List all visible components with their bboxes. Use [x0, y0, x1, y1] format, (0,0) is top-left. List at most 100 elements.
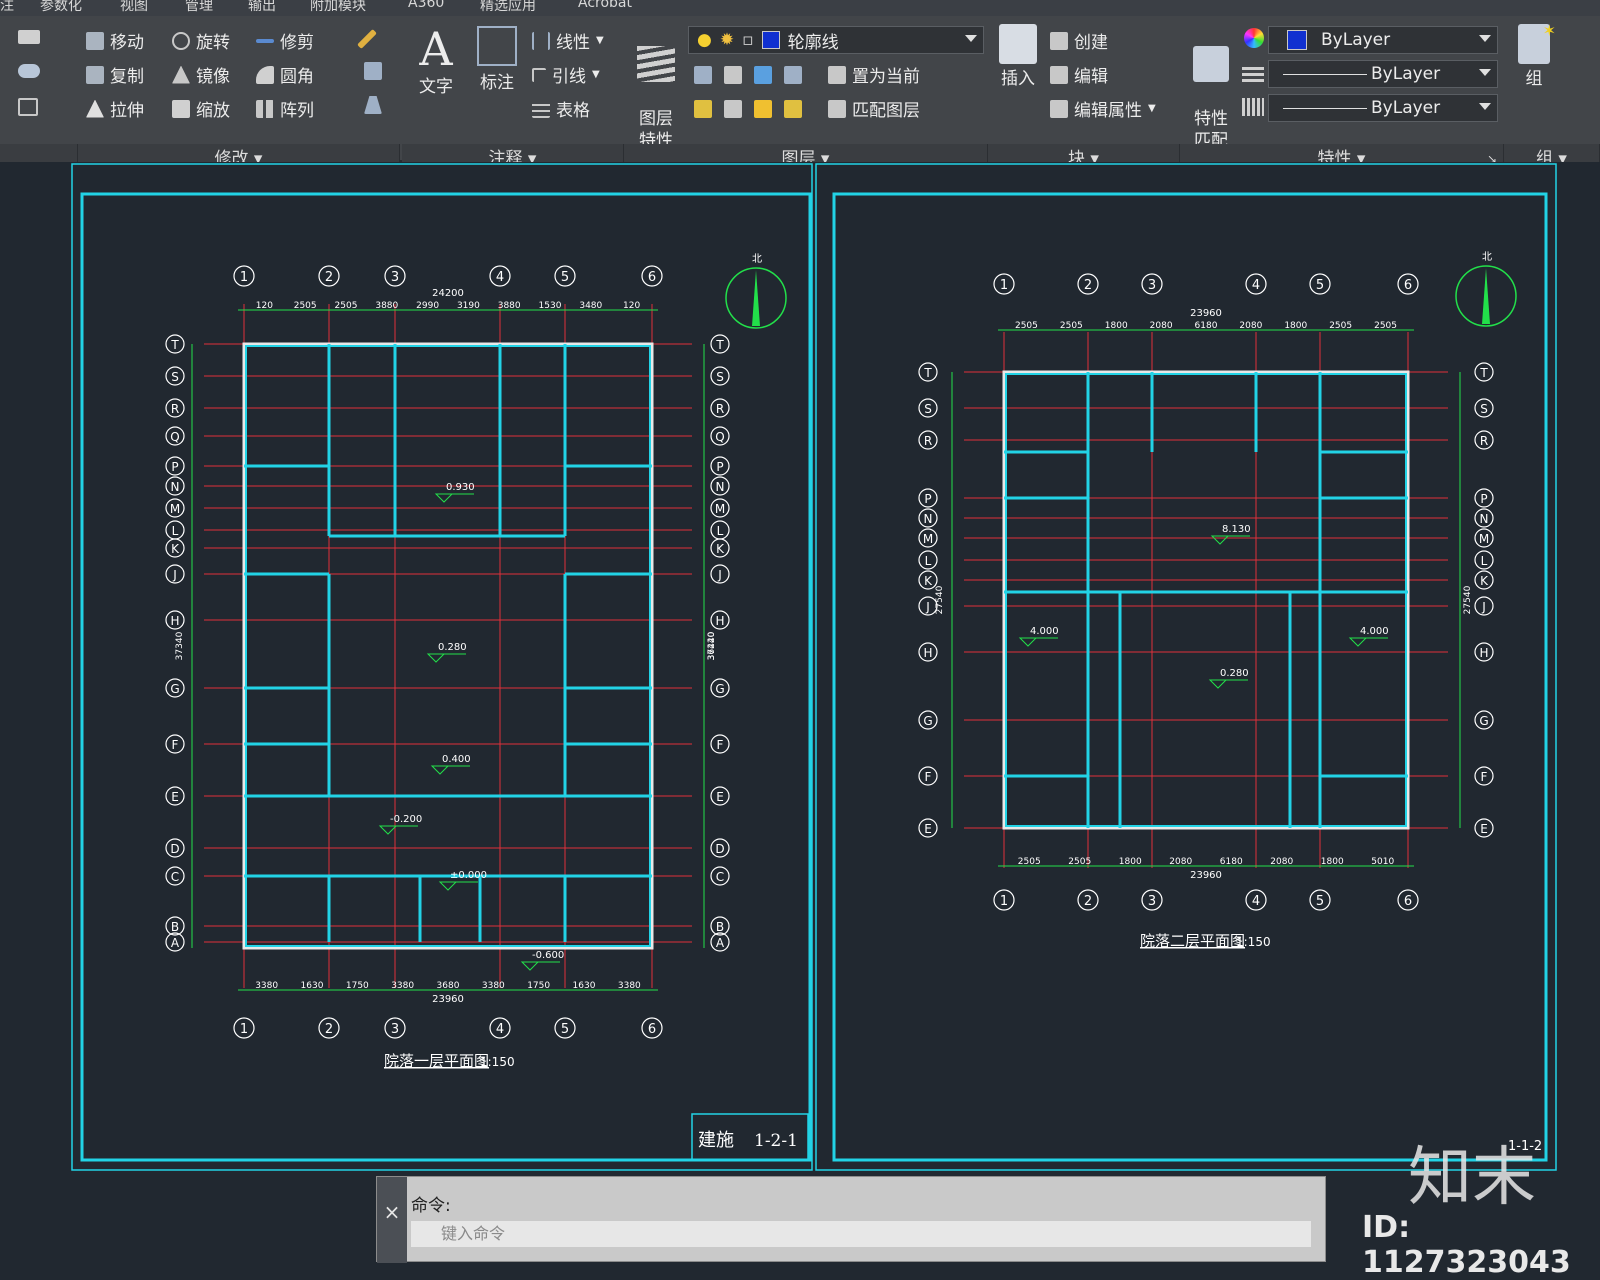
menu-item-2[interactable]: 视图: [120, 0, 148, 15]
axis-label-y: A: [716, 936, 725, 950]
set-current-button[interactable]: 置为当前: [828, 62, 920, 87]
layer-on-icon[interactable]: [694, 100, 712, 118]
lineweight-dropdown[interactable]: ByLayer: [1268, 94, 1498, 122]
lineweight-icon[interactable]: [1242, 64, 1264, 82]
rotate-button[interactable]: 旋转: [172, 28, 230, 53]
fillet-label: 圆角: [280, 67, 314, 87]
text-icon: A: [419, 22, 453, 76]
menu-item-3[interactable]: 管理: [185, 0, 213, 15]
dimension-button[interactable]: 标注: [470, 26, 524, 94]
edit-block-button[interactable]: 编辑: [1050, 62, 1108, 87]
top-dim-text: 2080: [1239, 321, 1262, 331]
leader-label: 引线: [552, 67, 586, 87]
menu-item-1[interactable]: 参数化: [40, 0, 82, 15]
axis-label-y: B: [716, 920, 724, 934]
erase-icon[interactable]: [357, 28, 377, 50]
text-button[interactable]: A 文字: [410, 22, 462, 98]
match-layer-label: 匹配图层: [852, 101, 920, 121]
create-block-label: 创建: [1074, 33, 1108, 53]
match-layer-button[interactable]: 匹配图层: [828, 96, 920, 121]
axis-label-y: M: [1479, 532, 1489, 546]
layer-dropdown[interactable]: ● ✹ ▫ 轮廓线: [688, 26, 984, 54]
copy-button[interactable]: 复制: [86, 62, 144, 87]
color-wheel-icon[interactable]: [1244, 28, 1264, 48]
current-layer-name: 轮廓线: [787, 32, 839, 53]
menu-item-6[interactable]: A360: [408, 0, 444, 11]
top-dim-text: 1530: [539, 301, 562, 311]
axis-label-y: D: [170, 842, 179, 856]
explode-icon[interactable]: [364, 62, 382, 80]
scale-label: 缩放: [196, 101, 230, 121]
layer-isolate-icon[interactable]: [724, 66, 742, 84]
menu-item-5[interactable]: 附加模块: [310, 0, 366, 15]
viewport-left[interactable]: [71, 163, 813, 1171]
axis-label-y: K: [171, 542, 180, 556]
create-block-icon: [1050, 31, 1068, 50]
layer-lock-icon[interactable]: [784, 66, 802, 84]
level-marker: [1018, 637, 1038, 647]
insert-block-button[interactable]: 插入: [994, 24, 1042, 90]
bottom-dim-text: 3680: [437, 981, 460, 991]
mirror-button[interactable]: 镜像: [172, 62, 230, 87]
menu-item-7[interactable]: 精选应用: [480, 0, 536, 15]
scale-button[interactable]: 缩放: [172, 96, 230, 121]
top-dim-text: 120: [623, 301, 640, 311]
color-dropdown[interactable]: ByLayer: [1268, 26, 1498, 54]
axis-label-y: E: [716, 790, 724, 804]
draw-tool-3-icon[interactable]: [18, 98, 38, 116]
color-value: ByLayer: [1321, 30, 1391, 50]
layer-off-icon[interactable]: [694, 66, 712, 84]
leader-icon: [532, 67, 546, 82]
level-marker: [378, 825, 398, 835]
leader-button[interactable]: 引线 ▼: [532, 62, 600, 87]
axis-label-y: S: [924, 402, 932, 416]
rotate-icon: [172, 31, 190, 50]
bottom-dim-text: 1750: [527, 981, 550, 991]
menu-item-8[interactable]: Acrobat: [578, 0, 632, 11]
sheet-number: 1-2-1: [754, 1131, 798, 1151]
drawing-canvas[interactable]: 112233445566TTSSRRQQPPNNMMLLKKJJHHGGFFEE…: [0, 162, 1600, 1172]
fillet-button[interactable]: 圆角: [256, 62, 314, 87]
linear-dim-button[interactable]: 线性 ▼: [532, 28, 604, 53]
linetype-dropdown[interactable]: ByLayer: [1268, 60, 1498, 88]
axis-label-x: 1: [240, 1022, 248, 1037]
draw-tool-1-icon[interactable]: [18, 30, 40, 44]
trim-button[interactable]: 修剪: [256, 28, 314, 53]
stretch-button[interactable]: 拉伸: [86, 96, 144, 121]
array-button[interactable]: 阵列: [256, 96, 314, 121]
move-button[interactable]: 移动: [86, 28, 144, 53]
stretch-icon: [86, 99, 104, 118]
draw-tool-2-icon[interactable]: [18, 64, 40, 78]
edit-attributes-button[interactable]: 编辑属性 ▼: [1050, 96, 1156, 121]
close-icon[interactable]: ×: [377, 1177, 407, 1263]
offset-icon[interactable]: [364, 96, 382, 114]
linear-dim-label: 线性: [556, 33, 590, 53]
insert-block-icon: [999, 24, 1037, 64]
axis-label-y: B: [171, 920, 179, 934]
linetype-icon[interactable]: [1242, 98, 1264, 116]
axis-label-x: 6: [648, 270, 656, 285]
command-line[interactable]: × 命令: 键入命令: [376, 1176, 1326, 1263]
bottom-dim-text: 2505: [1068, 857, 1091, 867]
level-text: 4.000: [1030, 626, 1059, 637]
match-layer-icon: [828, 99, 846, 118]
menu-item-4[interactable]: 输出: [248, 0, 276, 15]
layer-thaw-icon[interactable]: [754, 100, 772, 118]
layer-freeze-icon[interactable]: [754, 66, 772, 84]
level-text: 0.400: [442, 754, 471, 765]
table-button[interactable]: 表格: [532, 96, 590, 121]
create-block-button[interactable]: 创建: [1050, 28, 1108, 53]
bottom-dim-text: 3380: [482, 981, 505, 991]
layer-unisolate-icon[interactable]: [724, 100, 742, 118]
group-button[interactable]: ✶ 组: [1512, 21, 1556, 90]
axis-label-y: L: [1481, 554, 1488, 568]
viewport-right[interactable]: [815, 163, 1557, 1171]
menu-item-0[interactable]: 注: [0, 0, 14, 15]
watermark-logo: 知末: [1408, 1141, 1536, 1215]
trim-label: 修剪: [280, 33, 314, 53]
layer-unlock-icon[interactable]: [784, 100, 802, 118]
top-dim-text: 1800: [1284, 321, 1307, 331]
command-input[interactable]: 键入命令: [411, 1221, 1311, 1247]
top-dim-text: 6180: [1195, 321, 1218, 331]
level-text: -0.200: [390, 814, 422, 825]
